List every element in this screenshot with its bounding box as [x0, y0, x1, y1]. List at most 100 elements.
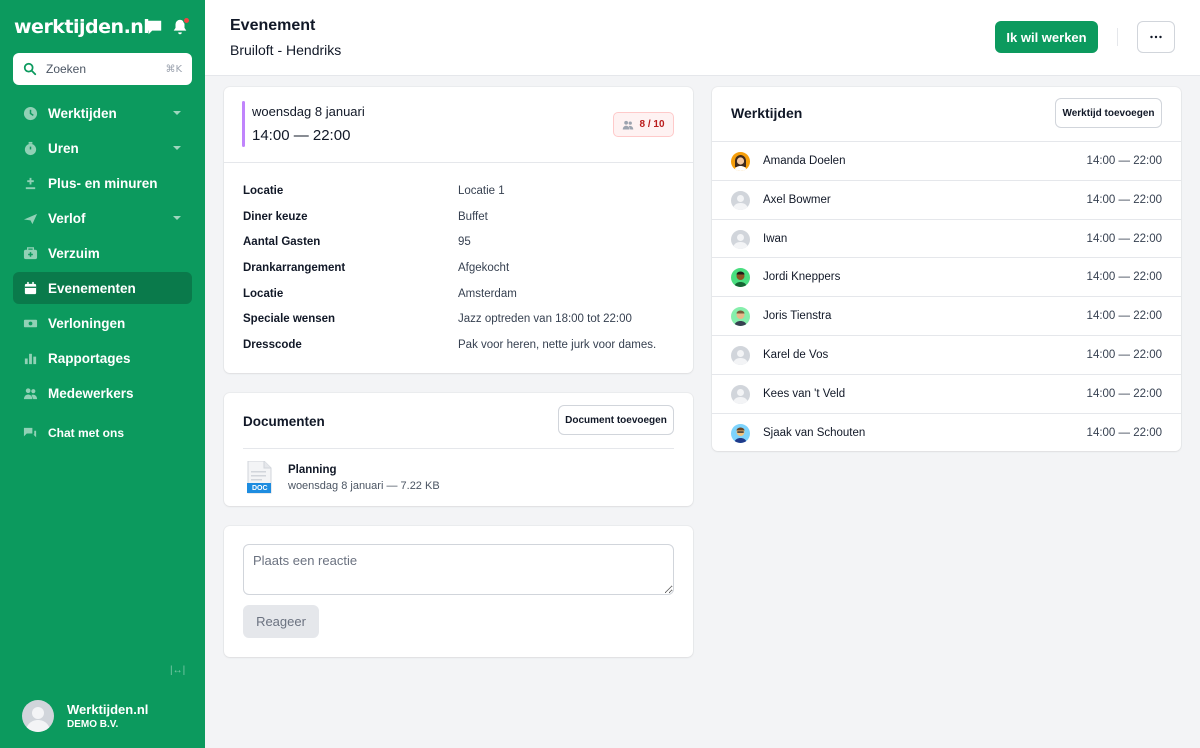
money-icon — [23, 319, 38, 327]
detail-label: Diner keuze — [243, 210, 308, 223]
avatar — [22, 700, 54, 732]
documents-card: Documenten Document toevoegen DOC Planni… — [224, 393, 693, 506]
person-photo-icon — [734, 155, 747, 171]
person-photo-icon — [734, 271, 747, 288]
medkit-icon — [23, 246, 38, 259]
chat-with-us-link[interactable]: Chat met ons — [13, 417, 192, 449]
event-date: woensdag 8 januari — [252, 104, 365, 119]
search-input[interactable] — [46, 62, 141, 76]
documents-title: Documenten — [243, 414, 325, 429]
detail-row: Diner keuze Buffet — [243, 211, 673, 237]
sidebar-item-label: Verloningen — [48, 315, 126, 331]
list-item[interactable]: Karel de Vos 14:00 — 22:00 — [712, 334, 1181, 374]
worktimes-list: Amanda Doelen 14:00 — 22:00 Axel Bowmer … — [712, 141, 1181, 451]
list-item[interactable]: Amanda Doelen 14:00 — 22:00 — [712, 141, 1181, 180]
list-item[interactable]: Jordi Kneppers 14:00 — 22:00 — [712, 257, 1181, 296]
list-item[interactable]: Kees van 't Veld 14:00 — 22:00 — [712, 373, 1181, 413]
sidebar-item-label: Verzuim — [48, 245, 100, 261]
sidebar: werktijden.nl ⌘K Werktijden Uren Plus- e… — [0, 0, 205, 748]
chat-icon[interactable] — [145, 18, 163, 36]
add-document-button[interactable]: Document toevoegen — [558, 405, 674, 435]
detail-value: Pak voor heren, nette jurk voor dames. — [458, 339, 657, 352]
document-name[interactable]: Planning — [288, 464, 337, 476]
sidebar-item-label: Uren — [48, 140, 79, 156]
detail-row: Speciale wensen Jazz optreden van 18:00 t… — [243, 313, 673, 339]
avatar — [731, 384, 750, 404]
avatar — [731, 152, 750, 171]
sidebar-item-label: Verlof — [48, 210, 86, 226]
event-card: woensdag 8 januari 14:00 — 22:00 8 / 10 … — [224, 87, 693, 373]
list-item[interactable]: Axel Bowmer 14:00 — 22:00 — [712, 179, 1181, 219]
want-to-work-button[interactable]: Ik wil werken — [995, 21, 1098, 53]
stopwatch-icon — [24, 141, 37, 155]
detail-row: Dresscode Pak voor heren, nette jurk voor… — [243, 339, 673, 365]
search-box[interactable]: ⌘K — [13, 53, 192, 85]
list-item[interactable]: Joris Tienstra 14:00 — 22:00 — [712, 296, 1181, 335]
add-worktime-button[interactable]: Werktijd toevoegen — [1055, 98, 1162, 128]
shift-time: 14:00 — 22:00 — [1086, 426, 1162, 439]
employee-name: Sjaak van Schouten — [763, 426, 866, 439]
shift-time: 14:00 — 22:00 — [1086, 387, 1162, 400]
header-divider — [1117, 28, 1118, 46]
employee-name: Joris Tienstra — [763, 310, 832, 323]
file-type-label: DOC — [252, 485, 268, 492]
detail-row: Drankarrangement Afgekocht — [243, 262, 673, 288]
shift-time: 14:00 — 22:00 — [1086, 193, 1162, 206]
profile[interactable]: Werktijden.nl DEMO B.V. — [22, 700, 148, 732]
event-details: Locatie Locatie 1 Diner keuze Buffet Aanta… — [243, 185, 673, 365]
sidebar-item-label: Plus- en minuren — [48, 175, 158, 191]
users-icon — [23, 387, 38, 399]
capacity-badge: 8 / 10 — [613, 112, 674, 137]
sidebar-item-evenementen[interactable]: Evenementen — [13, 272, 192, 304]
sidebar-item-label: Medewerkers — [48, 385, 134, 401]
user-placeholder-icon — [733, 233, 748, 249]
top-icons — [145, 17, 190, 36]
sidebar-item-rapportages[interactable]: Rapportages — [13, 342, 192, 374]
shift-time: 14:00 — 22:00 — [1086, 155, 1162, 167]
calendar-icon — [24, 281, 37, 294]
detail-label: Aantal Gasten — [243, 236, 321, 249]
document-meta: woensdag 8 januari — 7.22 KB — [288, 480, 440, 492]
logo-row: werktijden.nl — [14, 16, 191, 40]
more-options-button[interactable] — [1137, 21, 1175, 53]
detail-value: Afgekocht — [458, 262, 510, 275]
divider — [224, 162, 693, 163]
sidebar-item-label: Werktijden — [48, 105, 117, 121]
sidebar-item-medewerkers[interactable]: Medewerkers — [13, 377, 192, 409]
sidebar-nav: Werktijden Uren Plus- en minuren Verlof … — [13, 97, 192, 452]
sidebar-item-label: Rapportages — [48, 350, 131, 366]
logo[interactable]: werktijden.nl — [14, 16, 150, 38]
worktimes-title: Werktijden — [731, 105, 803, 121]
employee-name: Karel de Vos — [763, 348, 829, 361]
reply-button[interactable]: Reageer — [243, 605, 319, 638]
detail-label: Speciale wensen — [243, 313, 336, 326]
comment-input[interactable] — [243, 544, 674, 595]
user-placeholder-icon — [733, 349, 748, 365]
chevron-down-icon — [173, 111, 181, 115]
capacity-value: 8 / 10 — [639, 119, 665, 130]
detail-value: Buffet — [458, 210, 488, 223]
sidebar-item-plus-minuren[interactable]: Plus- en minuren — [13, 167, 192, 199]
user-placeholder-icon — [733, 388, 748, 404]
sidebar-item-uren[interactable]: Uren — [13, 132, 192, 164]
detail-value: 95 — [458, 236, 471, 249]
sidebar-item-werktijden[interactable]: Werktijden — [13, 97, 192, 129]
sidebar-item-verloningen[interactable]: Verloningen — [13, 307, 192, 339]
list-item[interactable]: Sjaak van Schouten 14:00 — 22:00 — [712, 412, 1181, 452]
employee-name: Iwan — [763, 232, 788, 245]
avatar — [731, 190, 750, 210]
user-placeholder-icon — [26, 707, 50, 732]
avatar — [731, 345, 750, 365]
detail-row: Locatie Amsterdam — [243, 288, 673, 314]
divider — [243, 448, 674, 449]
page-header: Evenement Bruiloft - Hendriks Ik wil wer… — [205, 0, 1200, 76]
sidebar-item-verlof[interactable]: Verlof — [13, 202, 192, 234]
detail-value: Locatie 1 — [458, 185, 505, 197]
notifications[interactable] — [171, 17, 190, 36]
list-item[interactable]: Iwan 14:00 — 22:00 — [712, 218, 1181, 258]
person-photo-icon — [734, 427, 747, 443]
sidebar-item-verzuim[interactable]: Verzuim — [13, 237, 192, 269]
shift-time: 14:00 — 22:00 — [1086, 348, 1162, 361]
collapse-sidebar-button[interactable]: |↔| — [170, 665, 185, 676]
detail-row: Aantal Gasten 95 — [243, 236, 673, 262]
